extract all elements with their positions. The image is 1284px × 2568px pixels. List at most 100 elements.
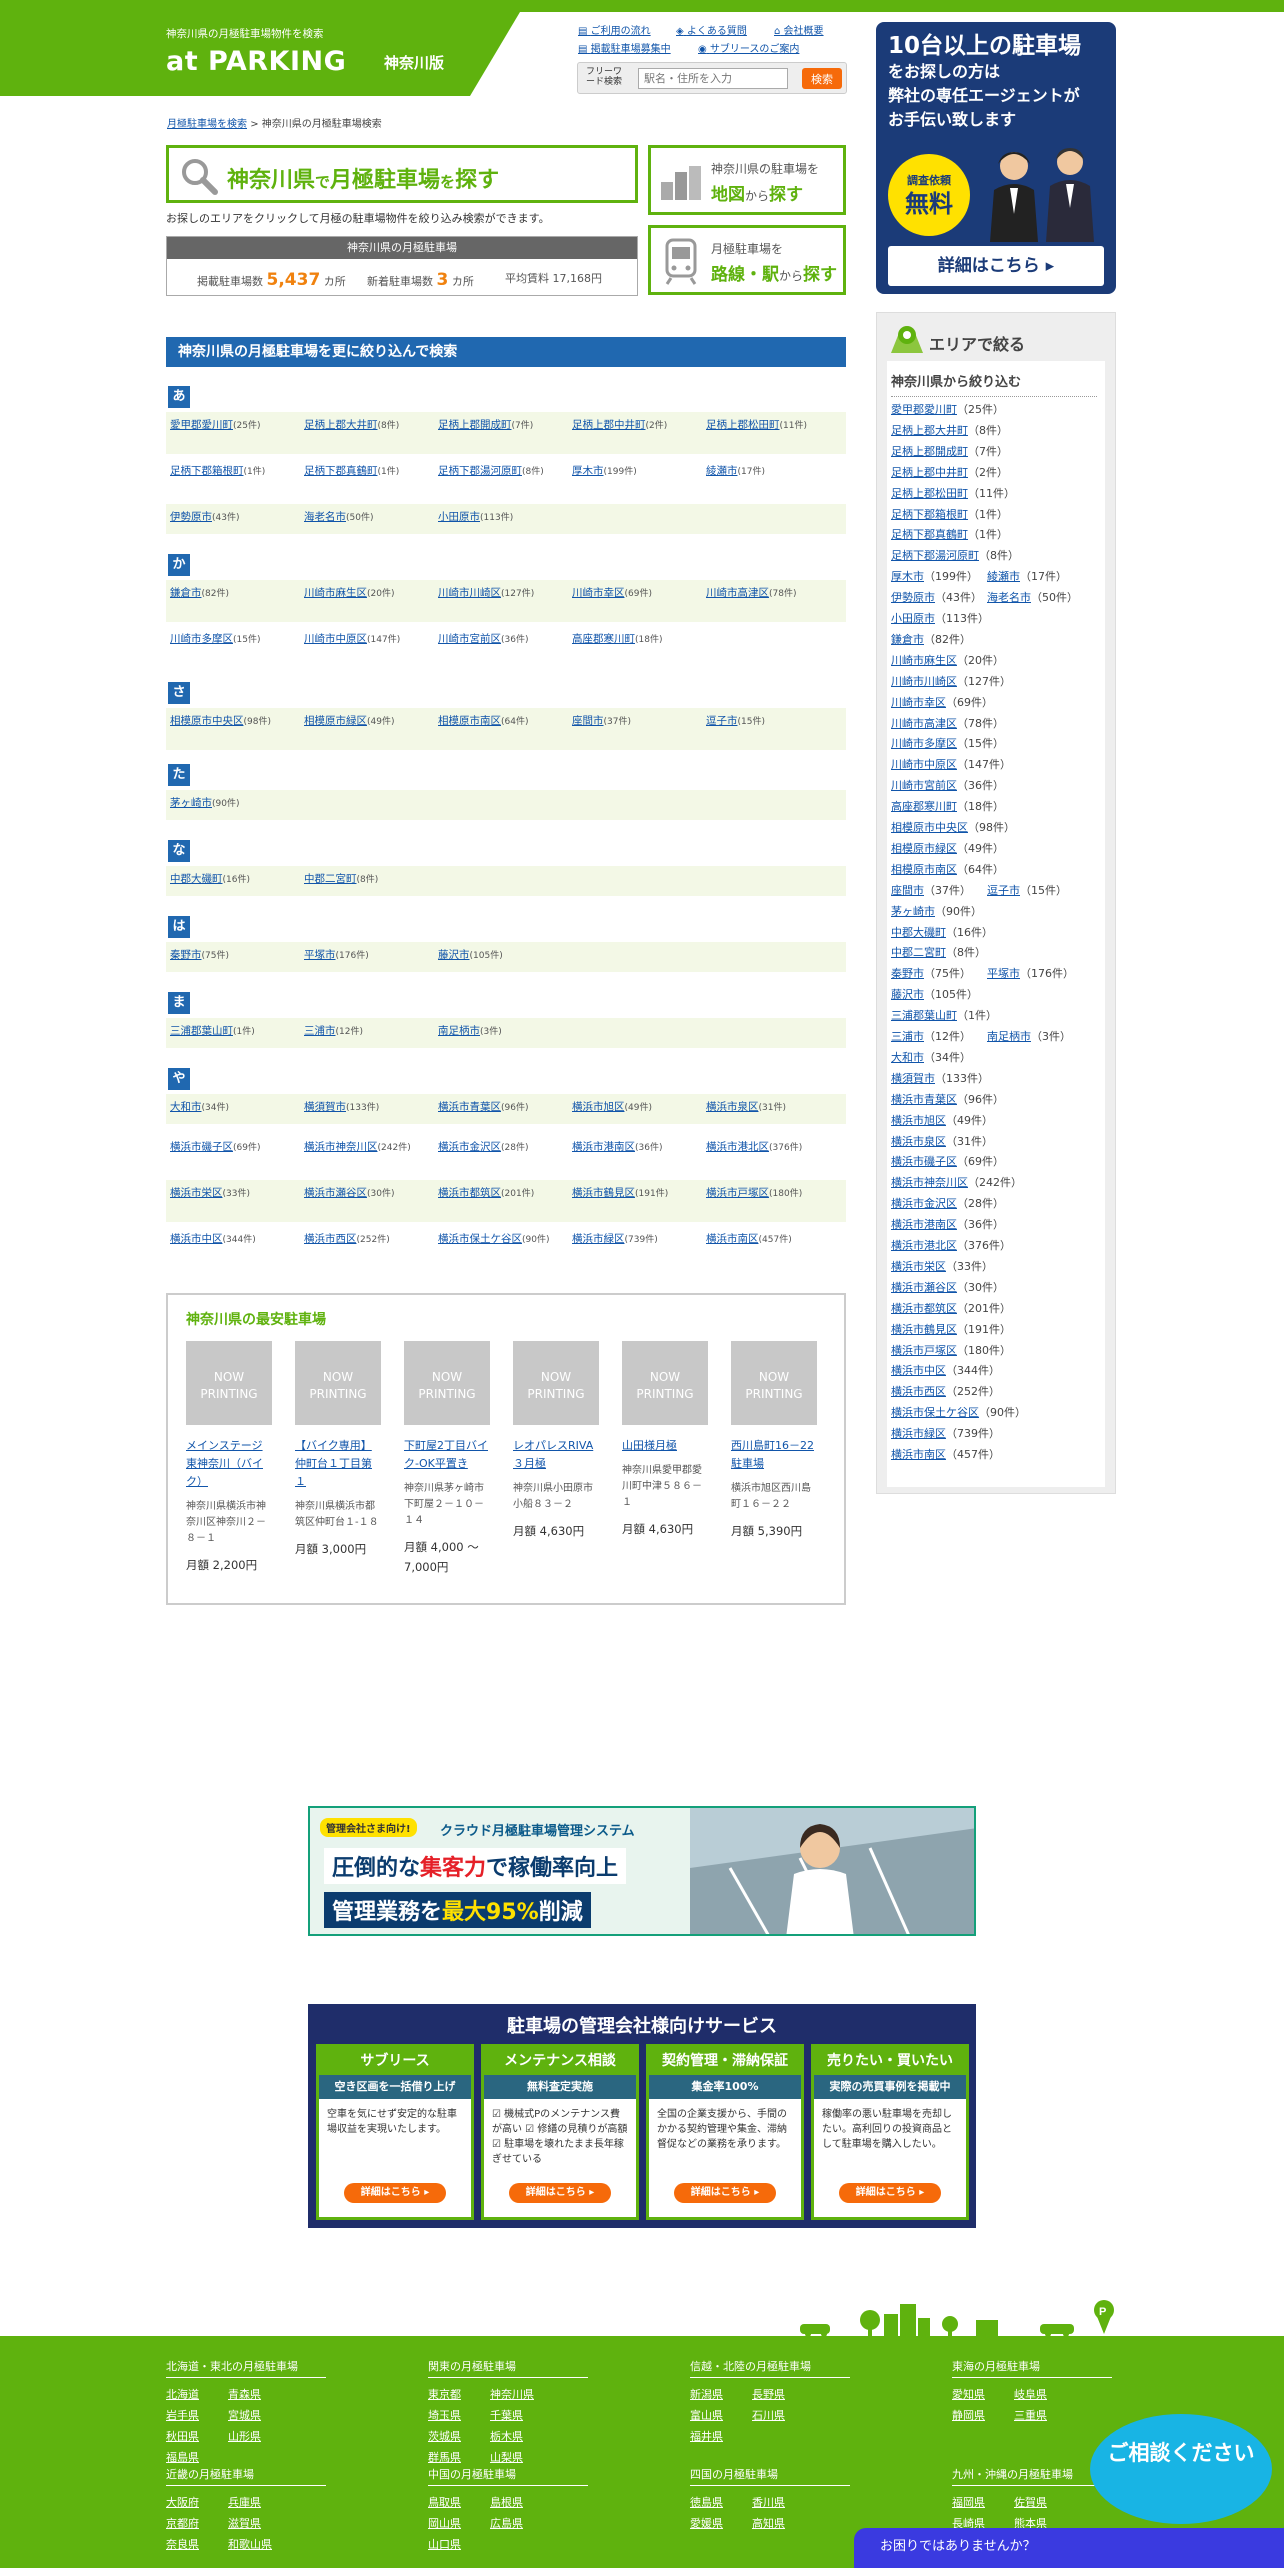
now-printing-image[interactable]: NOW PRINTING (622, 1341, 708, 1425)
footer-pref-link[interactable]: 山梨県 (490, 2447, 552, 2468)
search-button[interactable]: 検索 (802, 68, 842, 89)
footer-pref-link[interactable]: 石川県 (752, 2405, 814, 2426)
breadcrumb-home[interactable]: 月極駐車場を検索 (167, 119, 247, 130)
footer-pref-link[interactable]: 栃木県 (490, 2426, 552, 2447)
sidebar-area-link[interactable]: 座間市 (891, 884, 924, 897)
sidebar-area-link[interactable]: 三浦市 (891, 1030, 924, 1043)
footer-pref-link[interactable]: 富山県 (690, 2405, 752, 2426)
sidebar-area-link[interactable]: 足柄上郡中井町 (891, 466, 968, 479)
area-link[interactable]: 川崎市中原区 (304, 633, 367, 645)
sidebar-area-link[interactable]: 横浜市港南区 (891, 1218, 957, 1231)
sidebar-area-link[interactable]: 中郡大磯町 (891, 926, 946, 939)
footer-pref-link[interactable]: 埼玉県 (428, 2405, 490, 2426)
sidebar-area-link[interactable]: 川崎市川崎区 (891, 675, 957, 688)
area-link[interactable]: 川崎市幸区 (572, 587, 625, 599)
sidebar-area-link[interactable]: 茅ヶ崎市 (891, 905, 935, 918)
area-link[interactable]: 川崎市多摩区 (170, 633, 233, 645)
footer-pref-link[interactable]: 三重県 (1014, 2405, 1076, 2426)
area-link[interactable]: 三浦郡葉山町 (170, 1025, 233, 1037)
sidebar-area-link[interactable]: 南足柄市 (987, 1030, 1031, 1043)
sidebar-area-link[interactable]: 横浜市戸塚区 (891, 1344, 957, 1357)
area-link[interactable]: 相模原市緑区 (304, 715, 367, 727)
area-link[interactable]: 横浜市戸塚区 (706, 1187, 769, 1199)
area-link[interactable]: 川崎市高津区 (706, 587, 769, 599)
footer-pref-link[interactable]: 福井県 (690, 2426, 752, 2447)
sidebar-area-link[interactable]: 三浦郡葉山町 (891, 1009, 957, 1022)
footer-pref-link[interactable]: 岐阜県 (1014, 2384, 1076, 2405)
footer-pref-link[interactable]: 長野県 (752, 2384, 814, 2405)
area-link[interactable]: 中郡二宮町 (304, 873, 357, 885)
area-link[interactable]: 横浜市港南区 (572, 1141, 635, 1153)
sidebar-area-link[interactable]: 川崎市宮前区 (891, 779, 957, 792)
parking-name-link[interactable]: 西川島町16－22駐車場 (731, 1437, 817, 1473)
parking-name-link[interactable]: メインステージ東神奈川（バイク） (186, 1437, 272, 1491)
management-system-banner[interactable]: 管理会社さま向け! クラウド月極駐車場管理システム 圧倒的な集客力で稼働率向上 … (308, 1806, 976, 1936)
area-link[interactable]: 横浜市西区 (304, 1233, 357, 1245)
agent-detail-button[interactable]: 詳細はこちら ▸ (888, 246, 1104, 286)
sidebar-area-link[interactable]: 川崎市麻生区 (891, 654, 957, 667)
sidebar-area-link[interactable]: 横須賀市 (891, 1072, 935, 1085)
area-link[interactable]: 横浜市南区 (706, 1233, 759, 1245)
area-link[interactable]: 秦野市 (170, 949, 202, 961)
sidebar-area-link[interactable]: 横浜市緑区 (891, 1427, 946, 1440)
footer-pref-link[interactable]: 兵庫県 (228, 2492, 290, 2513)
now-printing-image[interactable]: NOW PRINTING (295, 1341, 381, 1425)
sidebar-area-link[interactable]: 足柄下郡箱根町 (891, 508, 968, 521)
sidebar-area-link[interactable]: 大和市 (891, 1051, 924, 1064)
footer-pref-link[interactable]: 山口県 (428, 2534, 490, 2555)
sidebar-area-link[interactable]: 藤沢市 (891, 988, 924, 1001)
footer-pref-link[interactable]: 岩手県 (166, 2405, 228, 2426)
sidebar-area-link[interactable]: 平塚市 (987, 967, 1020, 980)
area-link[interactable]: 横浜市中区 (170, 1233, 223, 1245)
area-link[interactable]: 鎌倉市 (170, 587, 202, 599)
area-link[interactable]: 横浜市鶴見区 (572, 1187, 635, 1199)
footer-pref-link[interactable]: 広島県 (490, 2513, 552, 2534)
area-link[interactable]: 座間市 (572, 715, 604, 727)
help-chat-bar[interactable]: お困りではありませんか？ (854, 2528, 1284, 2568)
area-link[interactable]: 相模原市南区 (438, 715, 501, 727)
sidebar-area-link[interactable]: 海老名市 (987, 591, 1031, 604)
sidebar-area-link[interactable]: 足柄上郡大井町 (891, 424, 968, 437)
company-link[interactable]: ⌂ 会社概要 (774, 22, 824, 37)
area-link[interactable]: 三浦市 (304, 1025, 336, 1037)
area-link[interactable]: 川崎市麻生区 (304, 587, 367, 599)
now-printing-image[interactable]: NOW PRINTING (404, 1341, 490, 1425)
footer-pref-link[interactable]: 徳島県 (690, 2492, 752, 2513)
footer-pref-link[interactable]: 奈良県 (166, 2534, 228, 2555)
sidebar-area-link[interactable]: 横浜市西区 (891, 1385, 946, 1398)
line-search-button[interactable]: 月極駐車場を 路線・駅から探す (648, 225, 846, 295)
footer-pref-link[interactable]: 鳥取県 (428, 2492, 490, 2513)
sidebar-area-link[interactable]: 高座郡寒川町 (891, 800, 957, 813)
faq-link[interactable]: ◈ よくある質問 (676, 22, 747, 37)
sidebar-area-link[interactable]: 横浜市神奈川区 (891, 1176, 968, 1189)
sidebar-area-link[interactable]: 横浜市旭区 (891, 1114, 946, 1127)
area-link[interactable]: 足柄上郡松田町 (706, 419, 780, 431)
service-detail-button[interactable]: 詳細はこちら ▸ (509, 2183, 611, 2203)
sidebar-area-link[interactable]: 横浜市栄区 (891, 1260, 946, 1273)
sidebar-area-link[interactable]: 足柄下郡真鶴町 (891, 528, 968, 541)
now-printing-image[interactable]: NOW PRINTING (513, 1341, 599, 1425)
area-link[interactable]: 相模原市中央区 (170, 715, 244, 727)
area-link[interactable]: 足柄上郡開成町 (438, 419, 512, 431)
footer-pref-link[interactable]: 愛知県 (952, 2384, 1014, 2405)
sidebar-area-link[interactable]: 足柄上郡松田町 (891, 487, 968, 500)
sidebar-area-link[interactable]: 川崎市高津区 (891, 717, 957, 730)
sidebar-area-link[interactable]: 愛甲郡愛川町 (891, 403, 957, 416)
area-link[interactable]: 伊勢原市 (170, 511, 212, 523)
footer-pref-link[interactable]: 島根県 (490, 2492, 552, 2513)
sidebar-area-link[interactable]: 横浜市保土ケ谷区 (891, 1406, 979, 1419)
sidebar-area-link[interactable]: 綾瀬市 (987, 570, 1020, 583)
footer-pref-link[interactable]: 北海道 (166, 2384, 228, 2405)
sidebar-area-link[interactable]: 相模原市緑区 (891, 842, 957, 855)
footer-pref-link[interactable]: 東京都 (428, 2384, 490, 2405)
sidebar-area-link[interactable]: 横浜市南区 (891, 1448, 946, 1461)
footer-pref-link[interactable]: 千葉県 (490, 2405, 552, 2426)
area-link[interactable]: 横須賀市 (304, 1101, 346, 1113)
sublease-link[interactable]: ◉ サブリースのご案内 (698, 40, 799, 55)
area-link[interactable]: 川崎市川崎区 (438, 587, 501, 599)
sidebar-area-link[interactable]: 横浜市泉区 (891, 1135, 946, 1148)
footer-pref-link[interactable]: 茨城県 (428, 2426, 490, 2447)
footer-pref-link[interactable]: 愛媛県 (690, 2513, 752, 2534)
area-link[interactable]: 大和市 (170, 1101, 202, 1113)
agent-banner[interactable]: 10台以上の駐車場 をお探しの方は 弊社の専任エージェントが お手伝い致します … (876, 22, 1116, 294)
